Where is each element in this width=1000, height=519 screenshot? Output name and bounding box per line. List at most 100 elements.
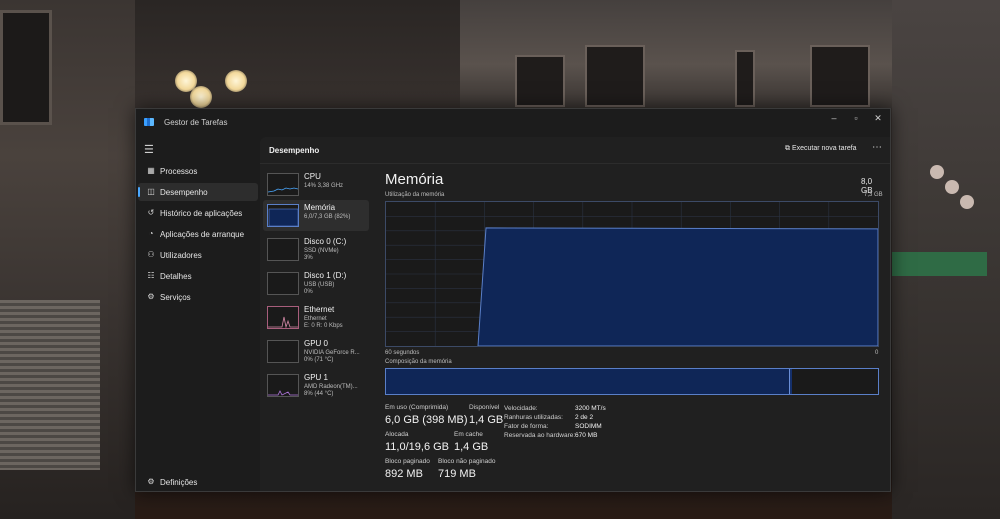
resource-detail: 6,0/7,3 GB (82%) (304, 214, 351, 220)
resource-name: Disco 0 (C:) (304, 237, 347, 246)
hw-speed-label: Velocidade: (504, 405, 538, 412)
resource-item-ethernet[interactable]: Ethernet Ethernet E: 0 R: 0 Kbps (263, 302, 369, 333)
hw-reserved-value: 670 MB (575, 432, 598, 439)
wallpaper-window (585, 45, 645, 107)
sidebar-item-label: Detalhes (160, 272, 192, 281)
resource-item-gpu-1[interactable]: GPU 1 AMD Radeon(TM)... 8% (44 °C) (263, 370, 369, 401)
close-icon[interactable]: ✕ (864, 111, 890, 125)
hamburger-menu-icon[interactable]: ☰ (144, 143, 154, 156)
memory-composition-label: Composição da memória (385, 359, 452, 365)
sidebar-item-label: Utilizadores (160, 251, 202, 260)
memory-detail-panel: Memória 8,0 GB Utilização da memória 7,3… (384, 164, 884, 491)
memory-usage-graph-svg (386, 202, 879, 347)
performance-page: Desempenho ⧉ Executar nova tarefa ⋯ CPU … (260, 137, 890, 491)
run-task-icon: ⧉ (785, 145, 790, 152)
memory-usage-label: Utilização da memória (385, 192, 445, 198)
cpu-thumbnail-graph (267, 173, 299, 196)
hw-slots-value: 2 de 2 (575, 414, 594, 421)
sidebar-item-label: Desempenho (160, 188, 208, 197)
hw-form-factor-value: SODIMM (575, 423, 602, 430)
in-use-value: 6,0 GB (398 MB) (385, 414, 468, 426)
memory-thumbnail-graph (267, 204, 299, 227)
resource-detail-2: 0% (304, 289, 313, 295)
cached-value: 1,4 GB (454, 441, 489, 453)
wallpaper-bike (335, 489, 535, 519)
disk-1-thumbnail-graph (267, 272, 299, 295)
resource-name: CPU (304, 172, 321, 181)
graph-time-span: 60 segundos (385, 350, 420, 356)
sidebar-item-settings[interactable]: ⚙ Definições (138, 473, 258, 491)
wallpaper-lantern (930, 165, 944, 179)
sidebar-item-services[interactable]: ⚙ Serviços (138, 288, 258, 306)
page-title: Desempenho (269, 146, 320, 155)
graph-time-zero: 0 (875, 350, 879, 356)
resource-name: Memória (304, 203, 336, 212)
hw-reserved-label: Reservada ao hardware: (504, 432, 576, 439)
memory-usage-graph (385, 201, 879, 347)
available-value: 1,4 GB (469, 414, 504, 426)
sidebar: ☰ ▦ Processos ◫ Desempenho ↺ Histórico d… (136, 137, 260, 491)
sidebar-item-label: Aplicações de arranque (160, 230, 245, 239)
resource-detail: 14% 3,38 GHz (304, 183, 344, 189)
committed-value: 11,0/19,6 GB (385, 441, 450, 453)
sidebar-item-details[interactable]: ☷ Detalhes (138, 267, 258, 285)
sidebar-item-performance[interactable]: ◫ Desempenho (138, 183, 258, 201)
gpu-0-thumbnail-graph (267, 340, 299, 363)
wallpaper-building (460, 0, 892, 108)
resource-detail: SSD (NVMe) (304, 248, 339, 254)
performance-icon: ◫ (147, 187, 155, 196)
hw-slots-label: Ranhuras utilizadas: (504, 414, 563, 421)
memory-usage-area (477, 227, 879, 347)
resource-detail-2: 3% (304, 255, 313, 261)
resource-name: Ethernet (304, 305, 335, 314)
resource-item-cpu[interactable]: CPU 14% 3,38 GHz (263, 169, 369, 200)
task-manager-app-icon (144, 118, 154, 126)
wallpaper-window (735, 50, 755, 107)
title-bar[interactable]: Gestor de Tarefas – ▫ ✕ (136, 109, 890, 137)
wallpaper-lamp (225, 70, 247, 92)
resource-name: GPU 0 (304, 339, 329, 348)
processes-icon: ▦ (147, 166, 155, 175)
committed-label: Alocada (385, 431, 409, 438)
more-options-icon[interactable]: ⋯ (872, 142, 882, 153)
resource-item-disk-1[interactable]: Disco 1 (D:) USB (USB) 0% (263, 268, 369, 299)
resource-detail: Ethernet (304, 316, 327, 322)
sidebar-item-app-history[interactable]: ↺ Histórico de aplicações (138, 204, 258, 222)
sidebar-item-label: Definições (160, 478, 198, 487)
run-new-task-button[interactable]: ⧉ Executar nova tarefa (785, 145, 857, 153)
memory-usage-max: 7,3 GB (864, 192, 883, 198)
resource-detail-2: 0% (71 °C) (304, 357, 334, 363)
cached-label: Em cache (454, 431, 483, 438)
memory-composition-bar (385, 368, 879, 395)
hw-form-factor-label: Fator de forma: (504, 423, 549, 430)
hw-speed-value: 3200 MT/s (575, 405, 606, 412)
resource-item-gpu-0[interactable]: GPU 0 NVIDIA GeForce R... 0% (71 °C) (263, 336, 369, 367)
resource-item-memory[interactable]: Memória 6,0/7,3 GB (82%) (263, 200, 369, 231)
paged-pool-label: Bloco paginado (385, 458, 430, 465)
wallpaper-window (0, 10, 52, 125)
wallpaper-window (810, 45, 870, 107)
sidebar-item-users[interactable]: ⚇ Utilizadores (138, 246, 258, 264)
wallpaper-shutter (0, 300, 100, 470)
resource-name: Disco 1 (D:) (304, 271, 347, 280)
resource-detail: USB (USB) (304, 282, 335, 288)
sidebar-item-label: Serviços (160, 293, 191, 302)
wallpaper-left (0, 0, 135, 519)
sidebar-item-startup-apps[interactable]: ◔ Aplicações de arranque (138, 225, 258, 243)
memory-title: Memória (385, 171, 444, 188)
sidebar-item-label: Processos (160, 167, 198, 176)
resource-detail: AMD Radeon(TM)... (304, 384, 358, 390)
wallpaper-lantern (960, 195, 974, 209)
sidebar-item-label: Histórico de aplicações (160, 209, 243, 218)
resource-detail-2: E: 0 R: 0 Kbps (304, 323, 343, 329)
nonpaged-pool-label: Bloco não paginado (438, 458, 496, 465)
wallpaper-lantern (945, 180, 959, 194)
paged-pool-value: 892 MB (385, 468, 423, 480)
sidebar-item-processes[interactable]: ▦ Processos (138, 162, 258, 180)
disk-0-thumbnail-graph (267, 238, 299, 261)
resource-item-disk-0[interactable]: Disco 0 (C:) SSD (NVMe) 3% (263, 234, 369, 265)
history-icon: ↺ (147, 208, 155, 217)
startup-icon: ◔ (148, 229, 154, 238)
window-title: Gestor de Tarefas (164, 118, 228, 127)
ethernet-thumbnail-graph (267, 306, 299, 329)
